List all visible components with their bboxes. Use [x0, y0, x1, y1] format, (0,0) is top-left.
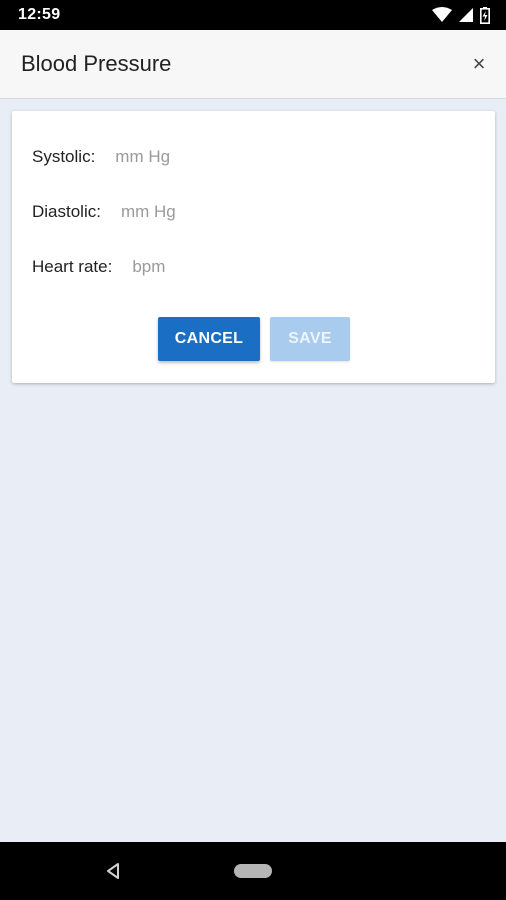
systolic-input[interactable]: [115, 147, 266, 167]
systolic-row: Systolic:: [32, 147, 266, 167]
diastolic-input[interactable]: [120, 202, 271, 222]
status-icons: [432, 6, 490, 24]
cancel-button[interactable]: CANCEL: [158, 317, 260, 361]
heart-rate-label: Heart rate:: [32, 257, 113, 276]
page-title: Blood Pressure: [21, 51, 172, 76]
save-button[interactable]: SAVE: [270, 317, 350, 361]
status-time: 12:59: [18, 6, 61, 23]
home-icon[interactable]: [234, 864, 272, 878]
wifi-icon: [432, 7, 452, 23]
battery-icon: [480, 6, 490, 24]
back-icon[interactable]: [104, 861, 124, 881]
close-button[interactable]: ×: [466, 51, 492, 77]
blood-pressure-form-card: Systolic: Diastolic: Heart rate: CANCEL …: [12, 111, 495, 383]
diastolic-label: Diastolic:: [32, 202, 101, 221]
app-bar: Blood Pressure ×: [0, 30, 506, 99]
nav-bar: [0, 842, 506, 900]
status-bar: 12:59: [0, 0, 506, 30]
diastolic-row: Diastolic:: [32, 202, 271, 222]
close-icon: ×: [472, 51, 486, 76]
heart-rate-row: Heart rate:: [32, 257, 283, 277]
content-area: Systolic: Diastolic: Heart rate: CANCEL …: [0, 99, 506, 842]
systolic-label: Systolic:: [32, 147, 96, 166]
signal-icon: [459, 8, 473, 22]
heart-rate-input[interactable]: [132, 257, 283, 277]
